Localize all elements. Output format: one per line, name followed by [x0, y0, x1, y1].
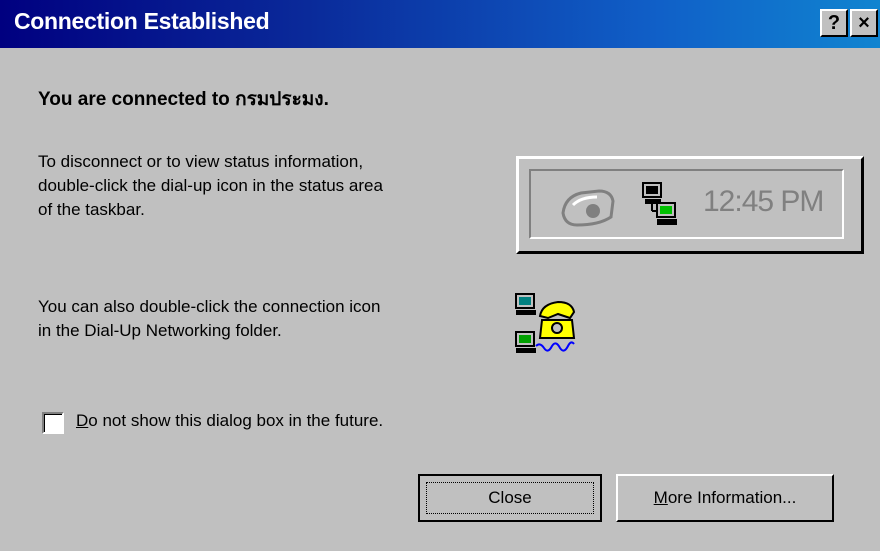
dont-show-checkbox[interactable]	[42, 412, 64, 434]
taskbar-tray-preview: 12:45 PM	[516, 156, 864, 254]
tray-clock: 12:45 PM	[703, 185, 824, 218]
close-window-button[interactable]: ×	[850, 9, 878, 37]
window-title: Connection Established	[14, 8, 270, 34]
close-button-label: Close	[488, 488, 532, 507]
connected-message: You are connected to กรมประมง.	[38, 89, 329, 110]
dont-show-checkbox-label[interactable]: Do not show this dialog box in the futur…	[76, 411, 383, 431]
more-information-button[interactable]: More Information...	[616, 474, 834, 522]
disconnect-instructions: To disconnect or to view status informat…	[38, 152, 383, 219]
phone-icon	[559, 183, 619, 234]
title-bar[interactable]: Connection Established ? ×	[0, 0, 880, 48]
connection-established-dialog: Connection Established ? × You are conne…	[0, 0, 880, 551]
tray-status-area: 12:45 PM	[529, 169, 844, 239]
dial-up-connection-icon	[514, 290, 578, 363]
folder-instructions: You can also double-click the connection…	[38, 297, 381, 340]
network-computers-icon	[641, 181, 681, 236]
close-button[interactable]: Close	[418, 474, 602, 522]
help-button[interactable]: ?	[820, 9, 848, 37]
